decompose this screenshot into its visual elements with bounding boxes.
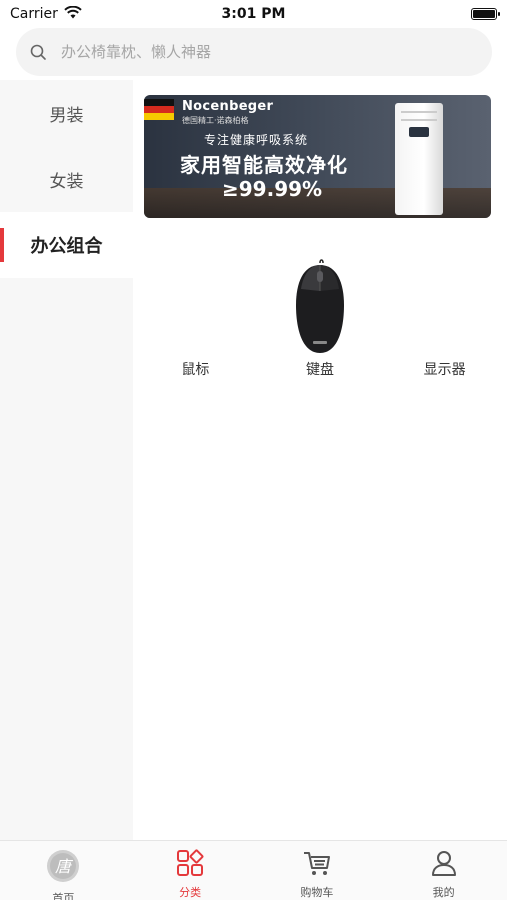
sidebar-item-label: 女装 — [49, 171, 84, 192]
subcategory-monitor[interactable]: 显示器 — [390, 255, 500, 379]
sidebar-item-label: 男装 — [49, 105, 84, 126]
bottom-tab-bar: 唐 首页 分类 购物车 我的 — [0, 840, 507, 900]
air-purifier-image — [395, 103, 443, 215]
tab-category[interactable]: 分类 — [127, 841, 254, 900]
mouse-image — [160, 255, 230, 355]
search-bar[interactable] — [16, 28, 492, 76]
german-flag-icon — [144, 99, 174, 120]
sidebar-item-label: 办公组合 — [30, 236, 103, 257]
sidebar-item-menswear[interactable]: 男装 — [0, 80, 133, 146]
banner-tagline: 专注健康呼吸系统 — [204, 133, 309, 147]
tab-home[interactable]: 唐 首页 — [0, 841, 127, 900]
banner-brand-sub: 德国精工·诺森柏格 — [182, 116, 249, 125]
status-bar: Carrier 3:01 PM — [0, 0, 507, 28]
banner-brand: Nocenbeger — [182, 99, 274, 114]
tab-label: 分类 — [179, 886, 202, 899]
category-icon — [176, 849, 204, 881]
user-icon — [430, 849, 458, 881]
tab-label: 我的 — [432, 886, 455, 899]
subcategory-grid: 鼠标 键盘 显示器 — [133, 255, 507, 379]
subcategory-label: 键盘 — [305, 362, 334, 378]
subcategory-label: 显示器 — [423, 362, 466, 378]
subcategory-mouse[interactable]: 鼠标 — [140, 255, 250, 379]
tab-label: 首页 — [52, 892, 75, 900]
category-content: Nocenbeger 德国精工·诺森柏格 专注健康呼吸系统 家用智能高效净化 ≥… — [133, 80, 507, 840]
tab-cart[interactable]: 购物车 — [254, 841, 381, 900]
tab-profile[interactable]: 我的 — [380, 841, 507, 900]
search-icon — [30, 44, 47, 61]
home-logo-icon: 唐 — [46, 849, 80, 887]
category-sidebar: 男装 女装 办公组合 — [0, 80, 133, 840]
sidebar-item-womenswear[interactable]: 女装 — [0, 146, 133, 212]
search-input[interactable] — [61, 43, 461, 61]
cart-icon — [302, 849, 332, 881]
status-time: 3:01 PM — [221, 6, 286, 22]
sidebar-item-office-combo[interactable]: 办公组合 — [0, 212, 133, 278]
banner-headline: 家用智能高效净化 — [180, 153, 348, 177]
tab-label: 购物车 — [300, 886, 334, 899]
monitor-image — [410, 255, 480, 355]
battery-icon — [471, 8, 500, 20]
banner-percentage: ≥99.99% — [222, 177, 323, 201]
keyboard-image — [285, 255, 355, 355]
promo-banner[interactable]: Nocenbeger 德国精工·诺森柏格 专注健康呼吸系统 家用智能高效净化 ≥… — [144, 95, 491, 218]
subcategory-keyboard[interactable]: 键盘 — [265, 255, 375, 379]
subcategory-label: 鼠标 — [181, 362, 210, 378]
